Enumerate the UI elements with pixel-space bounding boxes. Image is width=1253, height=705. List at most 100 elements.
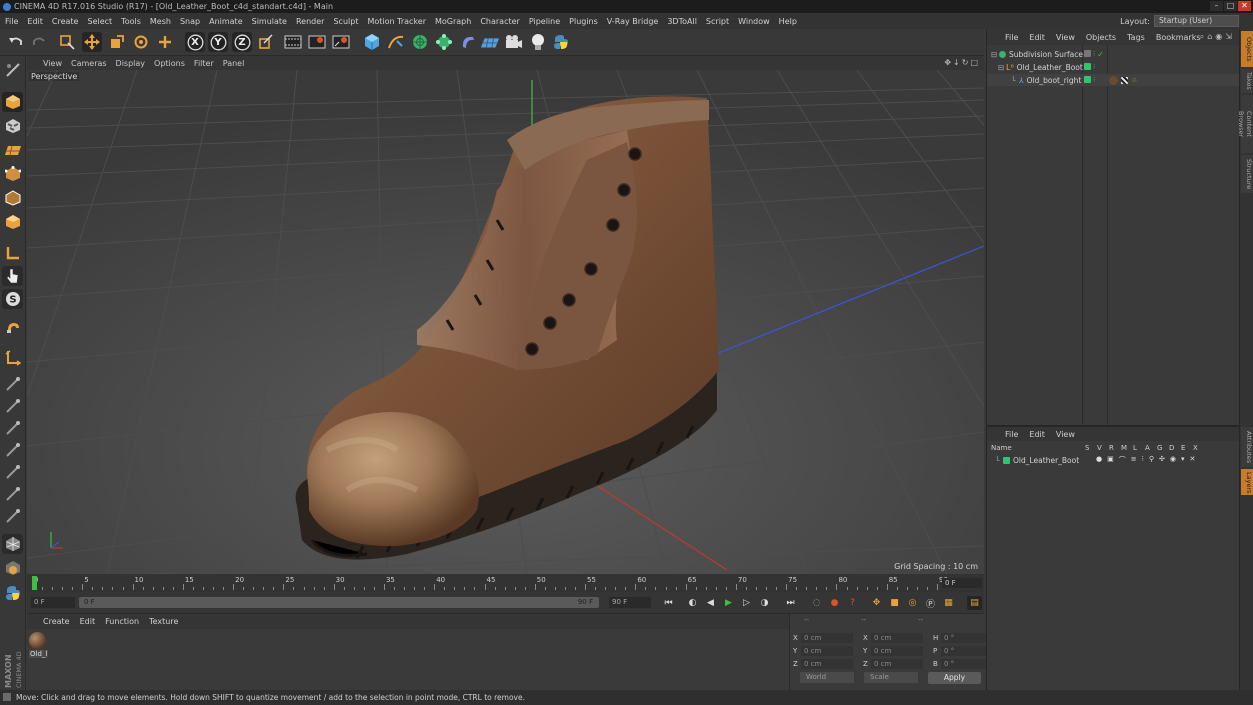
material-menu-edit[interactable]: Edit bbox=[80, 617, 96, 626]
live-selection-icon[interactable] bbox=[57, 32, 77, 52]
viewport-menu-display[interactable]: Display bbox=[116, 59, 146, 68]
start-frame-field[interactable]: 0 F bbox=[31, 597, 75, 608]
menu-character[interactable]: Character bbox=[480, 17, 520, 26]
size-y-field[interactable]: 0 cm bbox=[871, 645, 923, 656]
preview-range-slider[interactable]: 0 F 90 F bbox=[79, 597, 599, 608]
render-view-icon[interactable] bbox=[283, 32, 303, 52]
tab-content-browser[interactable]: Content Browser bbox=[1237, 95, 1253, 153]
current-frame-field[interactable]: 0 F bbox=[942, 578, 982, 588]
axis-y-lock-button[interactable]: Y bbox=[208, 32, 228, 52]
layer-flag[interactable] bbox=[1084, 76, 1091, 83]
visibility-dots[interactable]: ⁝ bbox=[1093, 76, 1095, 84]
tab-structure[interactable]: Structure bbox=[1241, 155, 1253, 193]
keyframe-selection-icon[interactable]: ? bbox=[845, 596, 860, 610]
brush-tool-1-icon[interactable] bbox=[2, 374, 23, 394]
rotate-icon[interactable] bbox=[131, 32, 151, 52]
add-object-icon[interactable] bbox=[155, 32, 175, 52]
edges-mode-icon[interactable] bbox=[2, 188, 23, 208]
layer-toggles[interactable]: ● ▣ ⌒ ≡ ⁝ ⚲ ✣ ◉ ▾ ✕ bbox=[1096, 455, 1195, 465]
menu-pipeline[interactable]: Pipeline bbox=[529, 17, 560, 26]
play-icon[interactable]: ▶ bbox=[721, 596, 736, 610]
viewport-menu-filter[interactable]: Filter bbox=[194, 59, 214, 68]
array-icon[interactable] bbox=[434, 32, 454, 52]
tab-attributes[interactable]: Attributes bbox=[1241, 427, 1253, 467]
axis-x-lock-button[interactable]: X bbox=[185, 32, 205, 52]
brush-tool-7-icon[interactable] bbox=[2, 506, 23, 526]
material-label[interactable]: Old_l bbox=[29, 650, 49, 658]
undo-icon[interactable] bbox=[6, 32, 26, 52]
expression-toggle-icon[interactable]: ▾ bbox=[1181, 455, 1185, 465]
object-name[interactable]: Old_Leather_Boot bbox=[1017, 63, 1083, 72]
key-pla-icon[interactable]: ▦ bbox=[941, 596, 956, 610]
menu-sculpt[interactable]: Sculpt bbox=[333, 17, 358, 26]
menu-motion-tracker[interactable]: Motion Tracker bbox=[367, 17, 426, 26]
visibility-dots[interactable]: ⁝ bbox=[1093, 63, 1095, 71]
visibility-dots[interactable]: ⁝ bbox=[1093, 50, 1095, 59]
object-menu-bookmarks[interactable]: Bookmarks bbox=[1156, 33, 1201, 42]
menu-vray-bridge[interactable]: V-Ray Bridge bbox=[607, 17, 659, 26]
previous-frame-icon[interactable]: ◀ bbox=[703, 596, 718, 610]
key-parameter-icon[interactable]: Ⓟ bbox=[923, 596, 938, 610]
menu-mograph[interactable]: MoGraph bbox=[435, 17, 471, 26]
python-console-icon[interactable] bbox=[2, 583, 23, 603]
layer-flag[interactable] bbox=[1084, 49, 1091, 57]
viewport-menu-cameras[interactable]: Cameras bbox=[71, 59, 107, 68]
brush-tool-3-icon[interactable] bbox=[2, 418, 23, 438]
axis-z-lock-button[interactable]: Z bbox=[232, 32, 252, 52]
layer-menu-view[interactable]: View bbox=[1056, 430, 1075, 439]
object-menu-file[interactable]: File bbox=[1005, 33, 1018, 42]
material-menu-function[interactable]: Function bbox=[105, 617, 139, 626]
object-row-subdivision-surface[interactable]: ⊟ Subdivision Surface ⁝ ✓ bbox=[987, 48, 1240, 60]
brush-tool-2-icon[interactable] bbox=[2, 396, 23, 416]
generator-toggle-icon[interactable]: ✣ bbox=[1159, 455, 1165, 465]
record-keys-icon[interactable]: ◌ bbox=[809, 596, 824, 610]
make-editable-icon[interactable] bbox=[2, 60, 23, 80]
playhead-marker[interactable] bbox=[32, 576, 37, 590]
menu-help[interactable]: Help bbox=[779, 17, 797, 26]
go-to-start-icon[interactable]: ⏮ bbox=[661, 596, 676, 610]
layout-dropdown[interactable]: Startup (User) bbox=[1154, 15, 1239, 27]
coordinate-mode-dropdown[interactable]: World bbox=[800, 672, 854, 683]
layer-color-swatch[interactable] bbox=[1003, 456, 1010, 464]
transform-mode-dropdown[interactable]: Scale bbox=[864, 672, 918, 683]
uvw-tag-icon[interactable] bbox=[1121, 76, 1128, 84]
workplane-mode-icon[interactable] bbox=[2, 140, 23, 160]
key-scale-icon[interactable]: ■ bbox=[887, 596, 902, 610]
menu-select[interactable]: Select bbox=[87, 17, 112, 26]
position-y-field[interactable]: 0 cm bbox=[801, 645, 853, 656]
snap-icon[interactable]: S bbox=[2, 289, 23, 309]
model-mode-icon[interactable] bbox=[2, 92, 23, 112]
deformer-icon[interactable] bbox=[458, 32, 478, 52]
menu-animate[interactable]: Animate bbox=[209, 17, 243, 26]
enable-axis-icon[interactable] bbox=[2, 243, 23, 263]
subdivision-surface-icon[interactable] bbox=[410, 32, 430, 52]
material-tag-icon[interactable] bbox=[1109, 75, 1118, 85]
object-menu-tags[interactable]: Tags bbox=[1127, 33, 1145, 42]
points-mode-icon[interactable] bbox=[2, 164, 23, 184]
coordinate-system-icon[interactable] bbox=[256, 32, 276, 52]
enabled-check-icon[interactable]: ✓ bbox=[1097, 50, 1104, 59]
apply-button[interactable]: Apply bbox=[928, 672, 981, 684]
timeline-ruler[interactable]: 051015202530354045505560657075808590 0 F bbox=[27, 574, 984, 592]
menu-edit[interactable]: Edit bbox=[27, 17, 43, 26]
light-icon[interactable] bbox=[528, 32, 548, 52]
next-key-icon[interactable]: ◑ bbox=[757, 596, 772, 610]
viewport-perspective[interactable]: View Cameras Display Options Filter Pane… bbox=[27, 56, 984, 574]
viewport-navigation-icons[interactable]: ✥↓↻□ bbox=[944, 58, 980, 67]
brush-tool-6-icon[interactable] bbox=[2, 484, 23, 504]
layer-row[interactable]: └ Old_Leather_Boot ● ▣ ⌒ ≡ ⁝ ⚲ ✣ ◉ ▾ ✕ bbox=[987, 454, 1240, 466]
sculpt-grid-icon[interactable] bbox=[2, 534, 23, 554]
tab-layers[interactable]: Layers bbox=[1241, 469, 1253, 495]
texture-mode-icon[interactable] bbox=[2, 116, 23, 136]
brush-tool-4-icon[interactable] bbox=[2, 440, 23, 460]
object-menu-edit[interactable]: Edit bbox=[1029, 33, 1045, 42]
preview-max-field[interactable]: 90 F bbox=[563, 597, 593, 608]
menu-window[interactable]: Window bbox=[738, 17, 770, 26]
tab-takes[interactable]: Takes bbox=[1241, 69, 1253, 93]
menu-script[interactable]: Script bbox=[706, 17, 729, 26]
minimize-button[interactable]: – bbox=[1210, 1, 1223, 11]
animation-toggle-icon[interactable]: ⚲ bbox=[1149, 455, 1154, 465]
sculpt-grab-icon[interactable] bbox=[2, 558, 23, 578]
close-button[interactable]: ✕ bbox=[1238, 1, 1251, 11]
floor-icon[interactable] bbox=[480, 32, 500, 52]
